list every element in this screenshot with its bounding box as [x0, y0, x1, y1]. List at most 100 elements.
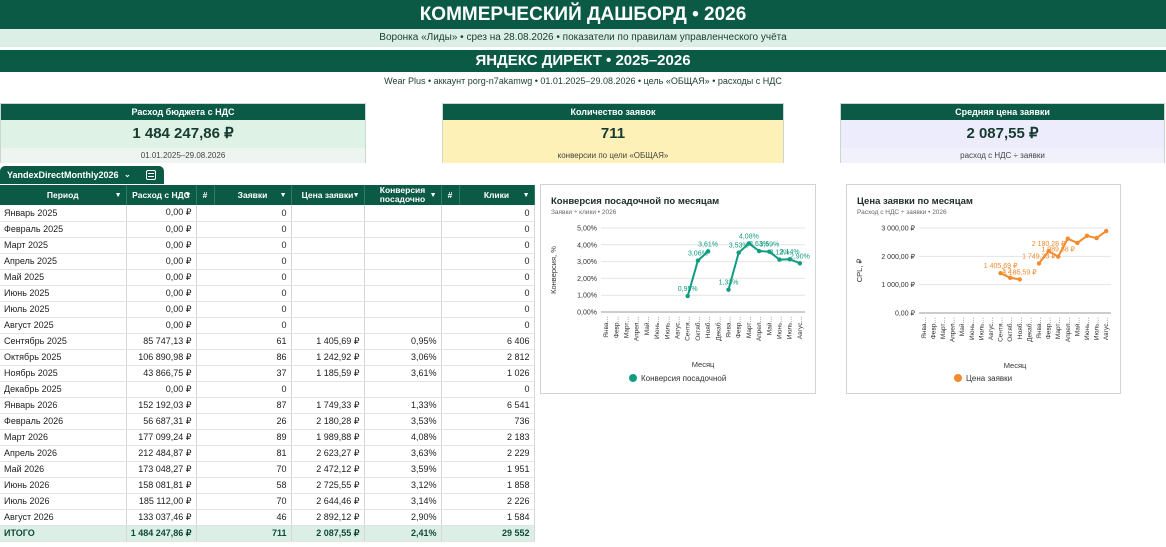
- cell-leads[interactable]: 0: [214, 381, 292, 398]
- cell-leads[interactable]: 89: [214, 429, 292, 446]
- cell-conversion[interactable]: 1,33%: [364, 397, 442, 414]
- cell-spend[interactable]: 43 866,75 ₽: [126, 365, 197, 382]
- cell-conversion[interactable]: 3,12%: [364, 477, 442, 494]
- cell-leads[interactable]: 86: [214, 349, 292, 366]
- cell-lead-price[interactable]: 1 405,69 ₽: [291, 333, 365, 350]
- cell-period[interactable]: Июль 2025: [0, 301, 127, 318]
- conversion-chart[interactable]: Конверсия посадочной по месяцам Заявки ÷…: [540, 184, 816, 394]
- cell-leads[interactable]: 0: [214, 253, 292, 270]
- cell-empty[interactable]: [441, 333, 459, 350]
- table-row[interactable]: Февраль 2026 56 687,31 ₽ 26 2 180,28 ₽3,53%…: [0, 413, 535, 430]
- cell-lead-price[interactable]: [291, 221, 365, 238]
- cell-clicks[interactable]: 6 406: [459, 333, 535, 350]
- cell-period[interactable]: Декабрь 2025: [0, 381, 127, 398]
- cell-conversion[interactable]: [364, 301, 442, 318]
- cell-conversion[interactable]: [364, 381, 442, 398]
- cell-empty[interactable]: [196, 253, 214, 270]
- cell-conversion[interactable]: [364, 269, 442, 286]
- cell-period[interactable]: Октябрь 2025: [0, 349, 127, 366]
- cell-empty[interactable]: [196, 365, 214, 382]
- cell-spend[interactable]: 0,00 ₽: [126, 381, 197, 398]
- table-row[interactable]: Январь 2025 0,00 ₽ 0 0: [0, 205, 535, 222]
- cell-empty[interactable]: [441, 461, 459, 478]
- cell-empty[interactable]: [196, 269, 214, 286]
- column-header-clicks[interactable]: Клики ▼: [459, 185, 535, 205]
- cell-empty[interactable]: [441, 477, 459, 494]
- cell-period[interactable]: Февраль 2026: [0, 413, 127, 430]
- cell-leads[interactable]: 87: [214, 397, 292, 414]
- cell-leads[interactable]: 58: [214, 477, 292, 494]
- cell-leads[interactable]: 81: [214, 445, 292, 462]
- cell-lead-price[interactable]: 2 087,55 ₽: [291, 525, 365, 542]
- cell-empty[interactable]: [196, 237, 214, 254]
- cell-spend[interactable]: 152 192,03 ₽: [126, 397, 197, 414]
- cell-spend[interactable]: 0,00 ₽: [126, 253, 197, 270]
- cell-lead-price[interactable]: 1 185,59 ₽: [291, 365, 365, 382]
- cell-lead-price[interactable]: [291, 301, 365, 318]
- cell-spend[interactable]: 0,00 ₽: [126, 269, 197, 286]
- cell-period[interactable]: Январь 2025: [0, 205, 127, 222]
- cell-period[interactable]: Январь 2026: [0, 397, 127, 414]
- cell-leads[interactable]: 61: [214, 333, 292, 350]
- cell-clicks[interactable]: 0: [459, 381, 535, 398]
- table-view-icon[interactable]: [146, 170, 156, 180]
- cell-empty[interactable]: [441, 365, 459, 382]
- cell-period[interactable]: Апрель 2026: [0, 445, 127, 462]
- cell-conversion[interactable]: [364, 285, 442, 302]
- cell-conversion[interactable]: 0,95%: [364, 333, 442, 350]
- cell-empty[interactable]: [441, 285, 459, 302]
- cell-leads[interactable]: 0: [214, 285, 292, 302]
- cell-period[interactable]: Март 2026: [0, 429, 127, 446]
- cell-clicks[interactable]: 2 229: [459, 445, 535, 462]
- table-row[interactable]: Март 2025 0,00 ₽ 0 0: [0, 237, 535, 254]
- cell-lead-price[interactable]: 1 989,88 ₽: [291, 429, 365, 446]
- cell-spend[interactable]: 185 112,00 ₽: [126, 493, 197, 510]
- cell-empty[interactable]: [196, 525, 214, 542]
- cell-period[interactable]: Август 2026: [0, 509, 127, 526]
- cell-conversion[interactable]: 2,90%: [364, 509, 442, 526]
- cell-clicks[interactable]: 0: [459, 205, 535, 222]
- cell-clicks[interactable]: 1 858: [459, 477, 535, 494]
- cell-lead-price[interactable]: [291, 205, 365, 222]
- cell-spend[interactable]: 212 484,87 ₽: [126, 445, 197, 462]
- cell-empty[interactable]: [441, 253, 459, 270]
- cell-lead-price[interactable]: [291, 237, 365, 254]
- table-row[interactable]: Февраль 2025 0,00 ₽ 0 0: [0, 221, 535, 238]
- cell-leads[interactable]: 0: [214, 205, 292, 222]
- table-total-row[interactable]: ИТОГО 1 484 247,86 ₽ 711 2 087,55 ₽2,41% 29 …: [0, 525, 535, 542]
- cell-empty[interactable]: [196, 445, 214, 462]
- cell-leads[interactable]: 26: [214, 413, 292, 430]
- cell-clicks[interactable]: 1 026: [459, 365, 535, 382]
- cell-period[interactable]: Август 2025: [0, 317, 127, 334]
- table-row[interactable]: Сентябрь 2025 85 747,13 ₽ 61 1 405,69 ₽0,95…: [0, 333, 535, 350]
- table-row[interactable]: Ноябрь 2025 43 866,75 ₽ 37 1 185,59 ₽3,61% 1…: [0, 365, 535, 382]
- cell-empty[interactable]: [441, 397, 459, 414]
- cell-spend[interactable]: 85 747,13 ₽: [126, 333, 197, 350]
- cell-empty[interactable]: [441, 381, 459, 398]
- cell-empty[interactable]: [196, 509, 214, 526]
- table-row[interactable]: Апрель 2026 212 484,87 ₽ 81 2 623,27 ₽3,63%…: [0, 445, 535, 462]
- cell-lead-price[interactable]: 2 725,55 ₽: [291, 477, 365, 494]
- cell-period[interactable]: Апрель 2025: [0, 253, 127, 270]
- table-row[interactable]: Май 2026 173 048,27 ₽ 70 2 472,12 ₽3,59% 1 9…: [0, 461, 535, 478]
- cell-spend[interactable]: 0,00 ₽: [126, 317, 197, 334]
- chevron-down-icon[interactable]: ▼: [115, 191, 122, 200]
- chevron-down-icon[interactable]: ▼: [353, 191, 360, 200]
- cell-conversion[interactable]: 3,59%: [364, 461, 442, 478]
- cell-conversion[interactable]: [364, 205, 442, 222]
- cell-lead-price[interactable]: 1 749,33 ₽: [291, 397, 365, 414]
- cell-clicks[interactable]: 6 541: [459, 397, 535, 414]
- cell-leads[interactable]: 37: [214, 365, 292, 382]
- cell-empty[interactable]: [441, 493, 459, 510]
- cell-clicks[interactable]: 0: [459, 253, 535, 270]
- cell-empty[interactable]: [441, 221, 459, 238]
- cell-empty[interactable]: [441, 349, 459, 366]
- cell-lead-price[interactable]: 1 242,92 ₽: [291, 349, 365, 366]
- cell-empty[interactable]: [196, 397, 214, 414]
- cell-leads[interactable]: 0: [214, 237, 292, 254]
- cell-spend[interactable]: 0,00 ₽: [126, 285, 197, 302]
- cell-conversion[interactable]: 2,41%: [364, 525, 442, 542]
- table-row[interactable]: Август 2025 0,00 ₽ 0 0: [0, 317, 535, 334]
- cell-empty[interactable]: [441, 205, 459, 222]
- cell-period[interactable]: Май 2025: [0, 269, 127, 286]
